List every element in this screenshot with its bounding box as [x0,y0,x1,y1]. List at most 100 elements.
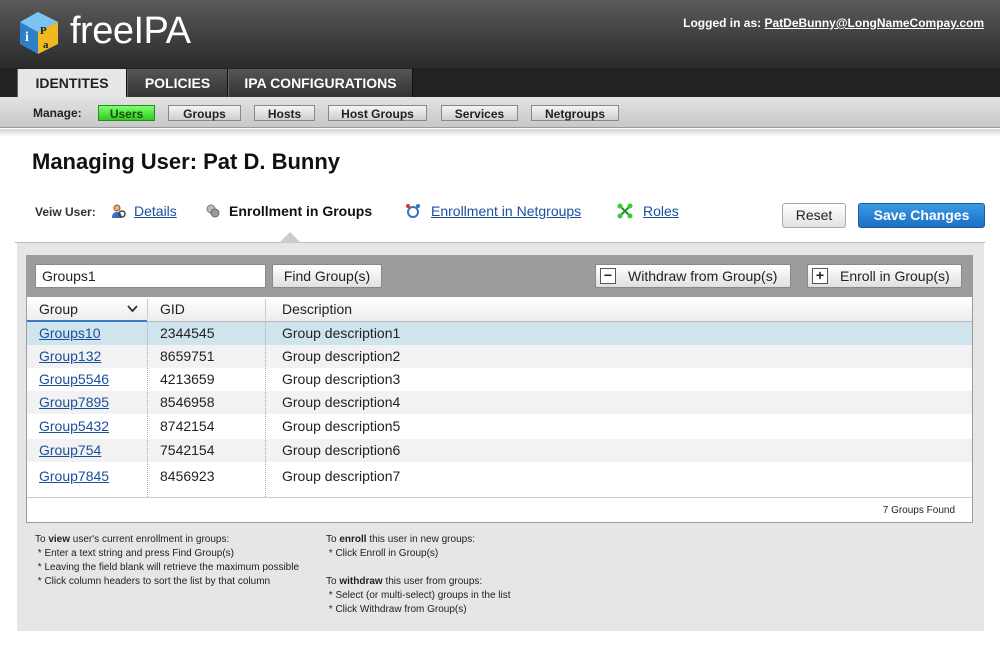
table-header: Group GID Description [27,297,972,322]
group-link[interactable]: Group7845 [39,468,109,484]
help-text-bold: view [48,534,71,545]
netgroup-icon [406,204,420,218]
description-cell: Group description1 [282,325,401,341]
column-separator [147,299,148,319]
description-cell: Group description2 [282,348,401,364]
enroll-label: Enroll in Group(s) [840,268,950,284]
help-view: To view user's current enrollment in gro… [35,533,299,589]
table-row[interactable]: Group7895 8546958 Group description4 [27,391,972,414]
svg-text:a: a [43,39,49,51]
header-shadow [0,129,1000,137]
page-title: Managing User: Pat D. Bunny [32,149,341,174]
logged-in-label: Logged in as: [683,16,762,30]
gid-cell: 8659751 [160,348,215,364]
current-view-pointer [279,232,301,243]
tab-ipa-configurations[interactable]: IPA CONFIGURATIONS [228,69,413,97]
description-cell: Group description3 [282,371,401,387]
help-text-bold: enroll [339,534,367,545]
group-link[interactable]: Groups10 [39,325,100,341]
login-status: Logged in as: PatDeBunny@LongNameCompay.… [683,16,984,30]
column-divider [147,322,148,497]
description-cell: Group description7 [282,468,401,484]
help-text: To [326,576,340,587]
column-header-group[interactable]: Group [39,301,78,317]
table-row[interactable]: Groups10 2344545 Group description1 [27,322,972,345]
svg-text:P: P [40,25,47,37]
help-text: this user in new groups: [366,534,475,545]
subnav-users[interactable]: Users [98,105,155,121]
help-item: * Click Withdraw from Group(s) [326,604,467,615]
reset-button[interactable]: Reset [782,203,846,228]
subnav-hosts[interactable]: Hosts [254,105,315,121]
plus-icon: + [812,268,828,284]
app-header: i P a freeIPA Logged in as: PatDeBunny@L… [0,0,1000,68]
help-view-title: To view user's current enrollment in gro… [35,533,299,547]
view-link-details[interactable]: Details [134,203,177,219]
table-footer: 7 Groups Found [27,497,972,521]
user-email-link[interactable]: PatDeBunny@LongNameCompay.com [764,16,984,30]
view-link-enrollment-groups[interactable]: Enrollment in Groups [229,203,372,219]
main-navigation: IDENTITES POLICIES IPA CONFIGURATIONS [0,68,1000,97]
tab-policies[interactable]: POLICIES [127,69,228,97]
view-user-label: Veiw User: [35,205,96,219]
svg-text:i: i [25,30,29,45]
help-item: * Leaving the field blank will retrieve … [35,562,300,573]
manage-label: Manage: [33,106,82,120]
group-link[interactable]: Group132 [39,348,101,364]
help-text: this user from groups: [382,576,483,587]
gid-cell: 8742154 [160,418,215,434]
gid-cell: 8456923 [160,468,215,484]
help-text: To [326,534,340,545]
help-item: * Enter a text string and press Find Gro… [35,548,234,559]
user-search-icon [112,204,126,218]
withdraw-button[interactable]: − Withdraw from Group(s) [595,264,791,288]
column-separator [265,299,266,319]
help-withdraw-title: To withdraw this user from groups: [326,575,511,589]
help-text: To [35,534,49,545]
gid-cell: 7542154 [160,442,215,458]
chevron-down-icon[interactable] [127,305,138,313]
view-link-enrollment-netgroups[interactable]: Enrollment in Netgroups [431,203,581,219]
description-cell: Group description5 [282,418,401,434]
column-header-description[interactable]: Description [282,301,352,317]
withdraw-label: Withdraw from Group(s) [628,268,778,284]
sub-navigation: Manage: Users Groups Hosts Host Groups S… [0,97,1000,128]
enroll-button[interactable]: + Enroll in Group(s) [807,264,962,288]
help-item: * Select (or multi-select) groups in the… [326,590,511,601]
table-row[interactable]: Group132 8659751 Group description2 [27,345,972,368]
gid-cell: 8546958 [160,394,215,410]
subnav-services[interactable]: Services [441,105,518,121]
subnav-netgroups[interactable]: Netgroups [531,105,619,121]
groups-table: Group GID Description Groups10 2344545 G… [26,297,973,523]
table-row[interactable]: Group754 7542154 Group description6 [27,439,972,462]
description-cell: Group description6 [282,442,401,458]
description-cell: Group description4 [282,394,401,410]
table-row[interactable]: Group5546 4213659 Group description3 [27,368,972,391]
freeipa-logo-icon: i P a [20,12,58,54]
subnav-groups[interactable]: Groups [168,105,241,121]
tab-identities[interactable]: IDENTITES [17,69,127,97]
help-text: user's current enrollment in groups: [70,534,230,545]
help-enroll: To enroll this user in new groups: * Cli… [326,533,475,561]
table-row[interactable]: Group5432 8742154 Group description5 [27,415,972,438]
save-changes-button[interactable]: Save Changes [858,203,985,228]
group-icon [206,204,220,218]
subnav-host-groups[interactable]: Host Groups [328,105,427,121]
gid-cell: 2344545 [160,325,215,341]
column-header-gid[interactable]: GID [160,301,185,317]
help-text-bold: withdraw [339,576,383,587]
group-link[interactable]: Group5546 [39,371,109,387]
table-row[interactable]: Group7845 8456923 Group description7 [27,465,972,488]
group-link[interactable]: Group754 [39,442,101,458]
help-withdraw: To withdraw this user from groups: * Sel… [326,575,511,617]
help-item: * Click Enroll in Group(s) [326,548,439,559]
roles-icon [617,203,633,219]
view-link-roles[interactable]: Roles [643,203,679,219]
group-search-input[interactable] [35,264,266,288]
gid-cell: 4213659 [160,371,215,387]
help-enroll-title: To enroll this user in new groups: [326,533,475,547]
help-item: * Click column headers to sort the list … [35,576,271,587]
group-link[interactable]: Group5432 [39,418,109,434]
find-groups-button[interactable]: Find Group(s) [272,264,382,288]
group-link[interactable]: Group7895 [39,394,109,410]
